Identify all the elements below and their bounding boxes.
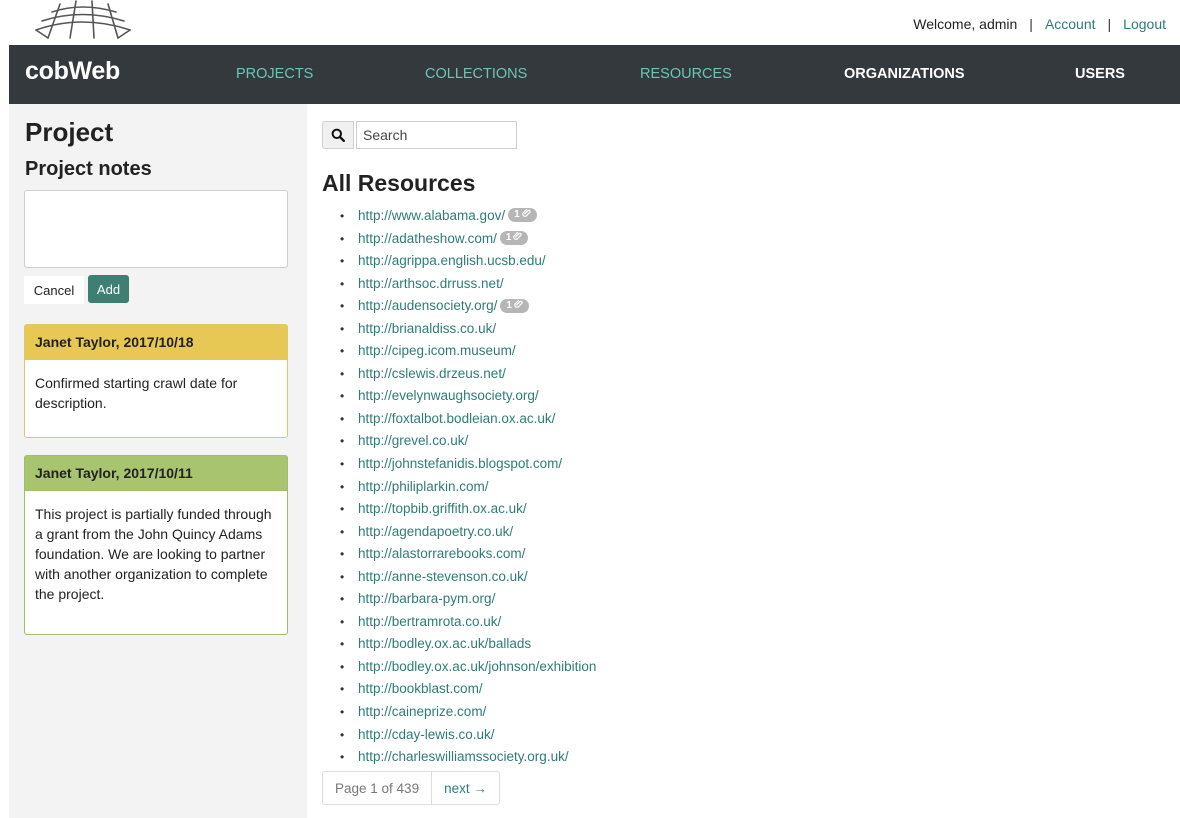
resource-item: http://anne-stevenson.co.uk/ <box>340 566 596 589</box>
logout-link[interactable]: Logout <box>1123 16 1166 32</box>
attachment-count: 1 <box>505 231 512 243</box>
paperclip-icon <box>521 209 531 218</box>
attachment-count: 1 <box>514 209 520 221</box>
attachment-count: 1 <box>506 299 512 311</box>
resource-link[interactable]: http://johnstefanidis.blogspot.com/ <box>358 456 562 471</box>
resource-item: http://cslewis.drzeus.net/ <box>340 363 596 386</box>
main-navbar: cobWeb PROJECTS COLLECTIONS RESOURCES OR… <box>9 45 1180 104</box>
resource-item: http://bodley.ox.ac.uk/ballads <box>340 633 596 656</box>
user-bar: Welcome, admin | Account | Logout <box>913 16 1166 32</box>
attachment-badge[interactable]: 1 <box>500 298 529 313</box>
search-icon <box>331 128 345 142</box>
resource-link[interactable]: http://anne-stevenson.co.uk/ <box>358 569 528 584</box>
resource-list: http://www.alabama.gov/1http://adathesho… <box>340 205 596 769</box>
paperclip-icon <box>513 231 522 240</box>
resource-link[interactable]: http://adatheshow.com/ <box>358 231 497 246</box>
resource-link[interactable]: http://caineprize.com/ <box>358 704 486 719</box>
next-page-link[interactable]: next → <box>432 771 500 805</box>
nav-item-organizations[interactable]: ORGANIZATIONS <box>844 66 965 82</box>
resource-link[interactable]: http://barbara-pym.org/ <box>358 591 495 606</box>
nav-item-resources[interactable]: RESOURCES <box>640 66 732 82</box>
resource-item: http://adatheshow.com/1 <box>340 228 596 251</box>
resource-link[interactable]: http://topbib.griffith.ox.ac.uk/ <box>358 501 527 516</box>
resource-item: http://bookblast.com/ <box>340 678 596 701</box>
pagination: Page 1 of 439 next → <box>322 771 500 805</box>
resource-item: http://caineprize.com/ <box>340 701 596 724</box>
resource-link[interactable]: http://audensociety.org/ <box>358 298 497 313</box>
resource-item: http://charleswilliamssociety.org.uk/ <box>340 746 596 769</box>
add-note-button[interactable]: Add <box>88 275 129 303</box>
resource-link[interactable]: http://foxtalbot.bodleian.ox.ac.uk/ <box>358 411 555 426</box>
resource-item: http://cday-lewis.co.uk/ <box>340 724 596 747</box>
sidebar-title: Project <box>25 117 114 147</box>
resource-link[interactable]: http://alastorrarebooks.com/ <box>358 546 525 561</box>
project-notes-input[interactable] <box>24 190 288 268</box>
nav-item-users[interactable]: USERS <box>1075 66 1125 82</box>
note-card: Janet Taylor, 2017/10/18 Confirmed start… <box>24 324 288 438</box>
resource-link[interactable]: http://cday-lewis.co.uk/ <box>358 727 495 742</box>
resource-item: http://agendapoetry.co.uk/ <box>340 521 596 544</box>
resource-item: http://johnstefanidis.blogspot.com/ <box>340 453 596 476</box>
resource-link[interactable]: http://philiplarkin.com/ <box>358 479 489 494</box>
note-text: This project is partially funded through… <box>35 506 272 602</box>
search-input[interactable] <box>356 121 517 149</box>
separator: | <box>1107 16 1112 32</box>
note-text: Confirmed starting crawl date for descri… <box>35 375 238 411</box>
resource-item: http://brianaldiss.co.uk/ <box>340 318 596 341</box>
resource-item: http://foxtalbot.bodleian.ox.ac.uk/ <box>340 408 596 431</box>
sidebar-subtitle: Project notes <box>25 158 152 180</box>
resource-link[interactable]: http://evelynwaughsociety.org/ <box>358 388 539 403</box>
resource-item: http://agrippa.english.ucsb.edu/ <box>340 250 596 273</box>
top-bar: Welcome, admin | Account | Logout <box>0 0 1180 45</box>
resource-item: http://audensociety.org/1 <box>340 295 596 318</box>
resource-item: http://grevel.co.uk/ <box>340 430 596 453</box>
nav-item-collections[interactable]: COLLECTIONS <box>425 66 527 82</box>
welcome-text: Welcome, admin <box>913 16 1018 32</box>
resource-item: http://topbib.griffith.ox.ac.uk/ <box>340 498 596 521</box>
resource-link[interactable]: http://grevel.co.uk/ <box>358 433 468 448</box>
resource-item: http://arthsoc.drruss.net/ <box>340 273 596 296</box>
resource-item: http://www.alabama.gov/1 <box>340 205 596 228</box>
resource-item: http://cipeg.icom.museum/ <box>340 340 596 363</box>
note-author-date: Janet Taylor, 2017/10/11 <box>25 456 287 491</box>
resource-item: http://bodley.ox.ac.uk/johnson/exhibitio… <box>340 656 596 679</box>
resource-item: http://philiplarkin.com/ <box>340 476 596 499</box>
cancel-button[interactable]: Cancel <box>24 276 84 304</box>
paperclip-icon <box>514 299 523 308</box>
resource-link[interactable]: http://agendapoetry.co.uk/ <box>358 524 513 539</box>
resource-link[interactable]: http://bookblast.com/ <box>358 681 483 696</box>
note-card: Janet Taylor, 2017/10/11 This project is… <box>24 455 288 635</box>
resource-link[interactable]: http://arthsoc.drruss.net/ <box>358 276 504 291</box>
resource-link[interactable]: http://agrippa.english.ucsb.edu/ <box>358 253 546 268</box>
attachment-badge[interactable]: 1 <box>508 208 537 223</box>
resource-link[interactable]: http://charleswilliamssociety.org.uk/ <box>358 749 569 764</box>
resource-item: http://evelynwaughsociety.org/ <box>340 385 596 408</box>
resource-item: http://barbara-pym.org/ <box>340 588 596 611</box>
resource-item: http://bertramrota.co.uk/ <box>340 611 596 634</box>
resource-link[interactable]: http://bodley.ox.ac.uk/ballads <box>358 636 531 651</box>
resource-link[interactable]: http://brianaldiss.co.uk/ <box>358 321 496 336</box>
resource-link[interactable]: http://bodley.ox.ac.uk/johnson/exhibitio… <box>358 659 596 674</box>
nav-item-projects[interactable]: PROJECTS <box>236 66 313 82</box>
separator: | <box>1029 16 1033 32</box>
resource-link[interactable]: http://www.alabama.gov/ <box>358 208 505 223</box>
project-sidebar: Project Project notes Cancel Add Janet T… <box>9 104 307 818</box>
attachment-badge[interactable]: 1 <box>499 230 529 245</box>
brand-logo[interactable]: cobWeb <box>25 57 120 86</box>
resource-link[interactable]: http://cipeg.icom.museum/ <box>358 343 516 358</box>
account-link[interactable]: Account <box>1045 16 1096 32</box>
note-author-date: Janet Taylor, 2017/10/18 <box>25 325 287 360</box>
resource-link[interactable]: http://cslewis.drzeus.net/ <box>358 366 506 381</box>
search-button[interactable] <box>322 121 354 149</box>
resource-link[interactable]: http://bertramrota.co.uk/ <box>358 614 501 629</box>
page-title: All Resources <box>322 170 476 196</box>
page-info: Page 1 of 439 <box>322 771 433 805</box>
web-logo-icon[interactable] <box>32 0 134 40</box>
resource-item: http://alastorrarebooks.com/ <box>340 543 596 566</box>
